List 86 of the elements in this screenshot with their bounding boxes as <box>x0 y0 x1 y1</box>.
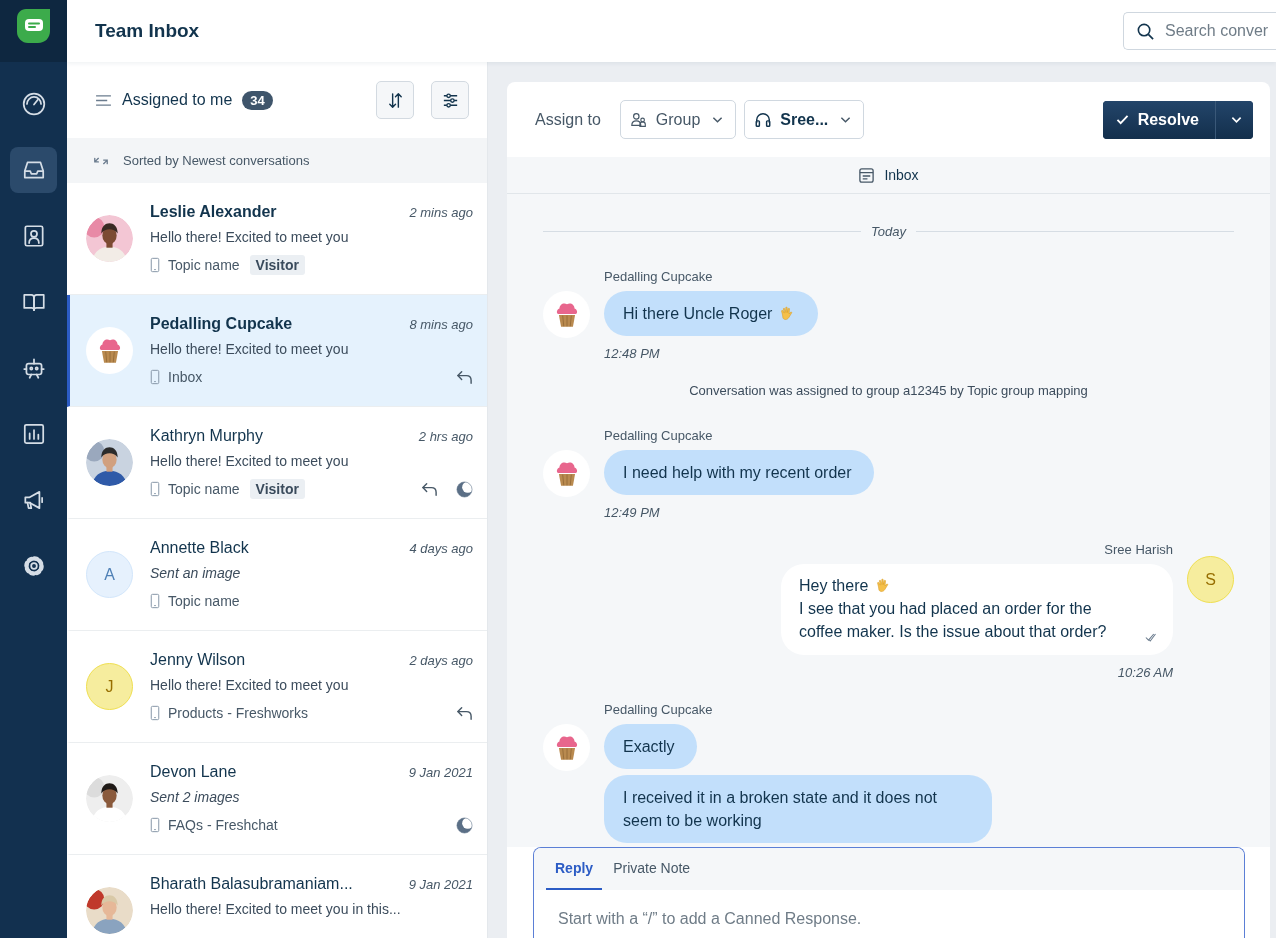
initial-avatar: S <box>1187 556 1234 603</box>
timestamp: 9 Jan 2021 <box>408 765 473 780</box>
message-preview: Hello there! Excited to meet you <box>150 453 350 469</box>
message-bubble: Exactly <box>604 724 697 769</box>
chevron-down-icon <box>840 115 852 124</box>
view-title[interactable]: Assigned to me <box>122 91 233 109</box>
phone-icon <box>150 481 160 497</box>
chevron-down-icon <box>1231 115 1242 124</box>
message-preview: Sent 2 images <box>150 789 241 805</box>
search-icon <box>1136 21 1155 41</box>
topic-label: Topic name <box>168 481 240 497</box>
contact-name: Devon Lane <box>150 763 237 781</box>
initial-avatar: A <box>86 551 133 598</box>
topic-label: FAQs - Freshchat <box>168 817 278 833</box>
timestamp: 8 mins ago <box>409 317 473 332</box>
contact-name: Annette Black <box>150 539 249 557</box>
topic-label: Topic name <box>168 593 240 609</box>
phone-icon <box>150 817 160 833</box>
contact-name: Kathryn Murphy <box>150 427 263 445</box>
contact-name: Jenny Wilson <box>150 651 246 669</box>
timestamp: 2 days ago <box>409 653 473 668</box>
timestamp: 9 Jan 2021 <box>408 877 473 892</box>
conversation-item[interactable]: Kathryn Murphy 2 hrs ago Hello there! Excited to meet you Topic name Visitor <box>67 407 487 519</box>
topic-label: Topic name <box>168 257 240 273</box>
gauge-icon <box>20 91 47 117</box>
channel-name: Inbox <box>884 167 919 183</box>
timestamp: 2 hrs ago <box>418 429 473 444</box>
resolve-button[interactable]: Resolve <box>1102 100 1215 139</box>
nav-item[interactable] <box>10 147 57 193</box>
check-icon <box>1115 114 1129 125</box>
visitor-tag: Visitor <box>249 255 305 275</box>
message-time: 12:48 PM <box>604 346 660 361</box>
message-preview: Sent an image <box>150 565 242 581</box>
phone-icon <box>150 593 160 609</box>
message-preview: Hello there! Excited to meet you <box>150 677 350 693</box>
message-preview: Hello there! Excited to meet you <box>150 341 350 357</box>
initial-avatar: J <box>86 663 133 710</box>
message-bubble: I need help with my recent order <box>604 450 874 495</box>
message-bubble: Hey there I see that you had placed an order for the coffee maker. Is the issue about that order? <box>781 564 1173 655</box>
people-icon <box>629 110 648 129</box>
filter-button[interactable] <box>431 81 469 119</box>
phone-icon <box>150 369 160 385</box>
topic-label: Products - Freshworks <box>168 705 309 721</box>
message-preview: Hello there! Excited to meet you in this... <box>150 901 402 917</box>
contact-name: Pedalling Cupcake <box>150 315 293 333</box>
chat-logo-icon <box>15 8 52 44</box>
sender-name: Sree Harish <box>1104 542 1173 557</box>
message-preview: Hello there! Excited to meet you <box>150 229 350 245</box>
reply-composer[interactable]: Reply Private Note Start with a “/” to add a Canned Response. <box>533 847 1245 938</box>
message-time: 12:49 PM <box>604 505 660 520</box>
phone-icon <box>150 257 160 273</box>
group-dropdown[interactable]: Group <box>619 100 737 139</box>
resolve-menu-button[interactable] <box>1215 100 1253 139</box>
message-bubble: I received it in a broken state and it does not seem to be working <box>604 775 992 843</box>
conversation-item[interactable]: Bharath Balasubramaniam... 9 Jan 2021 Hello there! Excited to meet you in this... <box>67 855 487 938</box>
phone-icon <box>150 705 160 721</box>
conversation-item[interactable]: A Annette Black 4 days ago Sent an image Topic name <box>67 519 487 631</box>
conversation-item[interactable]: J Jenny Wilson 2 days ago Hello there! Excited to meet you Products - Freshworks <box>67 631 487 743</box>
message-bubble: Hi there Uncle Roger <box>604 291 819 336</box>
search-field[interactable]: Search conver <box>1123 12 1276 50</box>
conversation-item[interactable]: Devon Lane 9 Jan 2021 Sent 2 images FAQs - Freshchat <box>67 743 487 855</box>
contact-name: Leslie Alexander <box>150 203 277 221</box>
conversation-item[interactable]: Pedalling Cupcake 8 mins ago Hello there! Excited to meet you Inbox <box>67 295 487 407</box>
chevron-down-icon <box>712 115 724 124</box>
menu-icon[interactable] <box>95 93 112 107</box>
agent-dropdown[interactable]: Sree... <box>744 100 865 139</box>
sort-label: Sorted by Newest conversations <box>123 153 310 168</box>
search-input[interactable]: Search conver <box>1165 22 1275 40</box>
sender-name: Pedalling Cupcake <box>604 269 713 284</box>
sender-name: Pedalling Cupcake <box>604 428 713 443</box>
composer-tab[interactable]: Private Note <box>604 860 700 890</box>
assign-label: Assign to <box>535 110 601 129</box>
inbox-icon <box>858 166 876 184</box>
system-message: Conversation was assigned to group a12345 by Topic group mapping <box>688 383 1089 398</box>
sender-name: Pedalling Cupcake <box>604 702 713 717</box>
timestamp: 4 days ago <box>409 541 473 556</box>
sort-button[interactable] <box>376 81 414 119</box>
count-badge: 34 <box>242 90 273 110</box>
headset-icon <box>754 110 773 129</box>
topic-label: Inbox <box>168 369 203 385</box>
contact-name: Bharath Balasubramaniam... <box>150 875 353 893</box>
visitor-tag: Visitor <box>249 479 305 499</box>
date-divider: Today <box>871 224 906 239</box>
timestamp: 2 mins ago <box>409 205 473 220</box>
message-time: 10:26 AM <box>1117 665 1173 680</box>
page-title: Team Inbox <box>95 20 200 42</box>
